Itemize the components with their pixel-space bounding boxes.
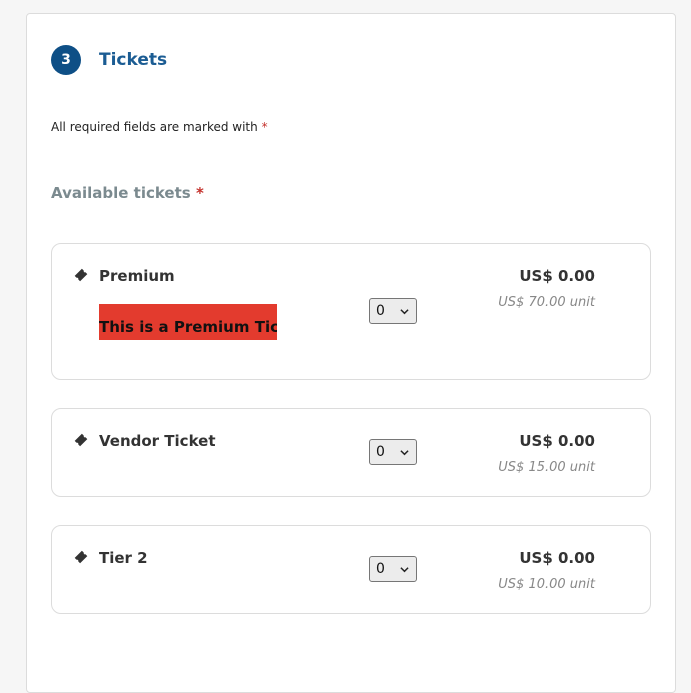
ticket-icon [74,433,88,447]
available-tickets-label: Available tickets * [51,184,204,202]
ticket-unit-price: US$ 70.00 unit [498,295,595,310]
quantity-value: 0 [376,444,385,460]
required-star: * [261,120,268,134]
ticket-card-vendor: Vendor Ticket 0 US$ 0.00 US$ 15.00 unit [51,408,651,497]
available-required-star: * [195,184,204,202]
quantity-select[interactable]: 0 [369,439,417,465]
required-note-text: All required fields are marked with [51,120,258,134]
required-fields-note: All required fields are marked with * [51,120,268,134]
step-header: 3 Tickets [51,45,167,75]
ticket-card-tier-2: Tier 2 0 US$ 0.00 US$ 10.00 unit [51,525,651,614]
ticket-icon [74,268,88,282]
ticket-name: Premium [99,267,175,285]
ticket-icon [74,550,88,564]
available-tickets-text: Available tickets [51,184,191,202]
ticket-card-premium: Premium This is a Premium Ticket 0 US$ 0… [51,243,651,380]
ticket-total-price: US$ 0.00 [519,549,595,567]
ticket-total-price: US$ 0.00 [519,267,595,285]
quantity-value: 0 [376,303,385,319]
ticket-description: This is a Premium Ticket [99,304,277,340]
chevron-down-icon [400,450,409,456]
quantity-select[interactable]: 0 [369,556,417,582]
ticket-unit-price: US$ 10.00 unit [498,577,595,592]
ticket-unit-price: US$ 15.00 unit [498,460,595,475]
quantity-value: 0 [376,561,385,577]
ticket-name: Tier 2 [99,549,148,567]
chevron-down-icon [400,567,409,573]
ticket-name: Vendor Ticket [99,432,216,450]
tickets-panel: 3 Tickets All required fields are marked… [26,13,676,693]
ticket-total-price: US$ 0.00 [519,432,595,450]
quantity-select[interactable]: 0 [369,298,417,324]
step-number-badge: 3 [51,45,81,75]
section-title: Tickets [99,50,168,70]
chevron-down-icon [400,309,409,315]
